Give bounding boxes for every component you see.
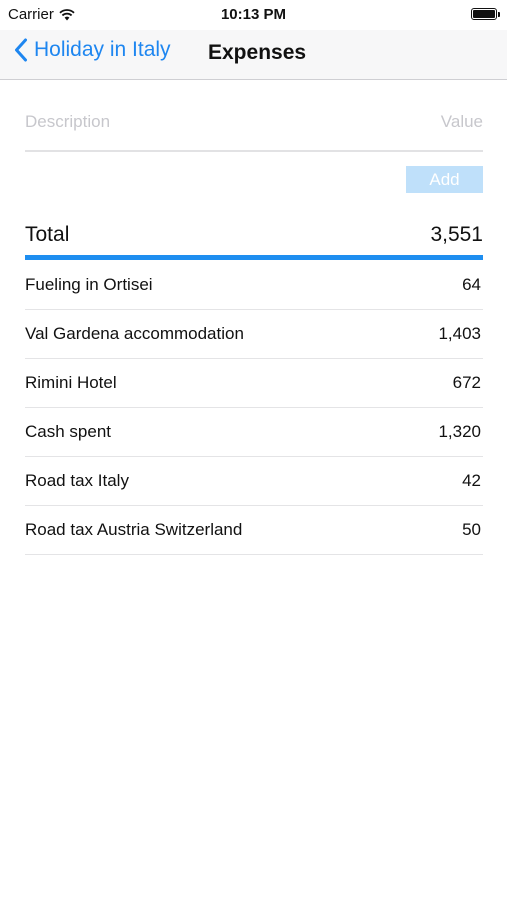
expense-description: Road tax Italy bbox=[25, 471, 129, 490]
expense-description: Val Gardena accommodation bbox=[25, 324, 244, 343]
expense-value: 672 bbox=[452, 373, 481, 392]
description-input[interactable] bbox=[25, 111, 325, 133]
expense-row[interactable]: Cash spent 1,320 bbox=[25, 408, 483, 457]
total-row: Total 3,551 bbox=[25, 218, 483, 260]
expense-description: Road tax Austria Switzerland bbox=[25, 520, 243, 539]
expense-list: Fueling in Ortisei 64 Val Gardena accomm… bbox=[25, 261, 483, 555]
expense-entry-row bbox=[25, 100, 483, 152]
expense-value: 1,403 bbox=[438, 324, 481, 343]
expense-description: Rimini Hotel bbox=[25, 373, 117, 392]
back-button[interactable]: Holiday in Italy bbox=[14, 38, 171, 62]
back-button-label: Holiday in Italy bbox=[34, 38, 171, 61]
total-value: 3,551 bbox=[430, 223, 483, 246]
expense-description: Fueling in Ortisei bbox=[25, 275, 153, 294]
expense-value: 42 bbox=[462, 471, 481, 490]
page-title: Expenses bbox=[208, 41, 307, 64]
total-label: Total bbox=[25, 223, 70, 246]
expense-value: 1,320 bbox=[438, 422, 481, 441]
expense-row[interactable]: Rimini Hotel 672 bbox=[25, 359, 483, 408]
expense-row[interactable]: Fueling in Ortisei 64 bbox=[25, 261, 483, 310]
value-input[interactable] bbox=[363, 111, 483, 133]
expense-value: 64 bbox=[462, 275, 481, 294]
add-button[interactable]: Add bbox=[406, 166, 483, 193]
expense-row[interactable]: Road tax Italy 42 bbox=[25, 457, 483, 506]
navigation-bar: Holiday in Italy Expenses bbox=[0, 30, 507, 80]
expense-value: 50 bbox=[462, 520, 481, 539]
expense-description: Cash spent bbox=[25, 422, 111, 441]
chevron-left-icon bbox=[15, 38, 27, 62]
expense-row[interactable]: Road tax Austria Switzerland 50 bbox=[25, 506, 483, 555]
status-bar: Carrier 10:13 PM bbox=[0, 0, 507, 30]
battery-icon bbox=[471, 8, 500, 20]
expense-row[interactable]: Val Gardena accommodation 1,403 bbox=[25, 310, 483, 359]
status-time: 10:13 PM bbox=[220, 6, 287, 23]
